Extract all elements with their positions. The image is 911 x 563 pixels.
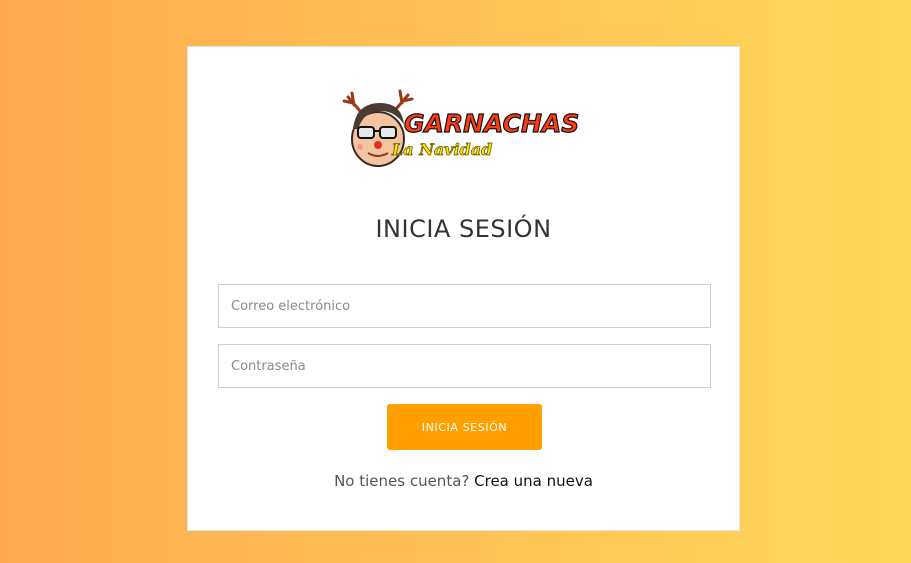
password-field[interactable] — [218, 344, 711, 388]
page-title: INICIA SESIÓN — [375, 215, 552, 243]
signup-prompt: No tienes cuenta? Crea una nueva — [188, 472, 739, 490]
brand-subtitle: La Navidad — [391, 140, 492, 159]
login-button[interactable]: INICIA SESIÓN — [387, 404, 542, 450]
signup-prompt-text: No tienes cuenta? — [334, 472, 470, 490]
email-field[interactable] — [218, 284, 711, 328]
brand-wordmark: GARNACHAS — [404, 109, 579, 138]
garnachas-logo: GARNACHAS La Navidad — [342, 89, 580, 167]
create-account-link[interactable]: Crea una nueva — [474, 472, 593, 490]
login-card: GARNACHAS La Navidad INICIA SESIÓN INICI… — [187, 46, 740, 531]
